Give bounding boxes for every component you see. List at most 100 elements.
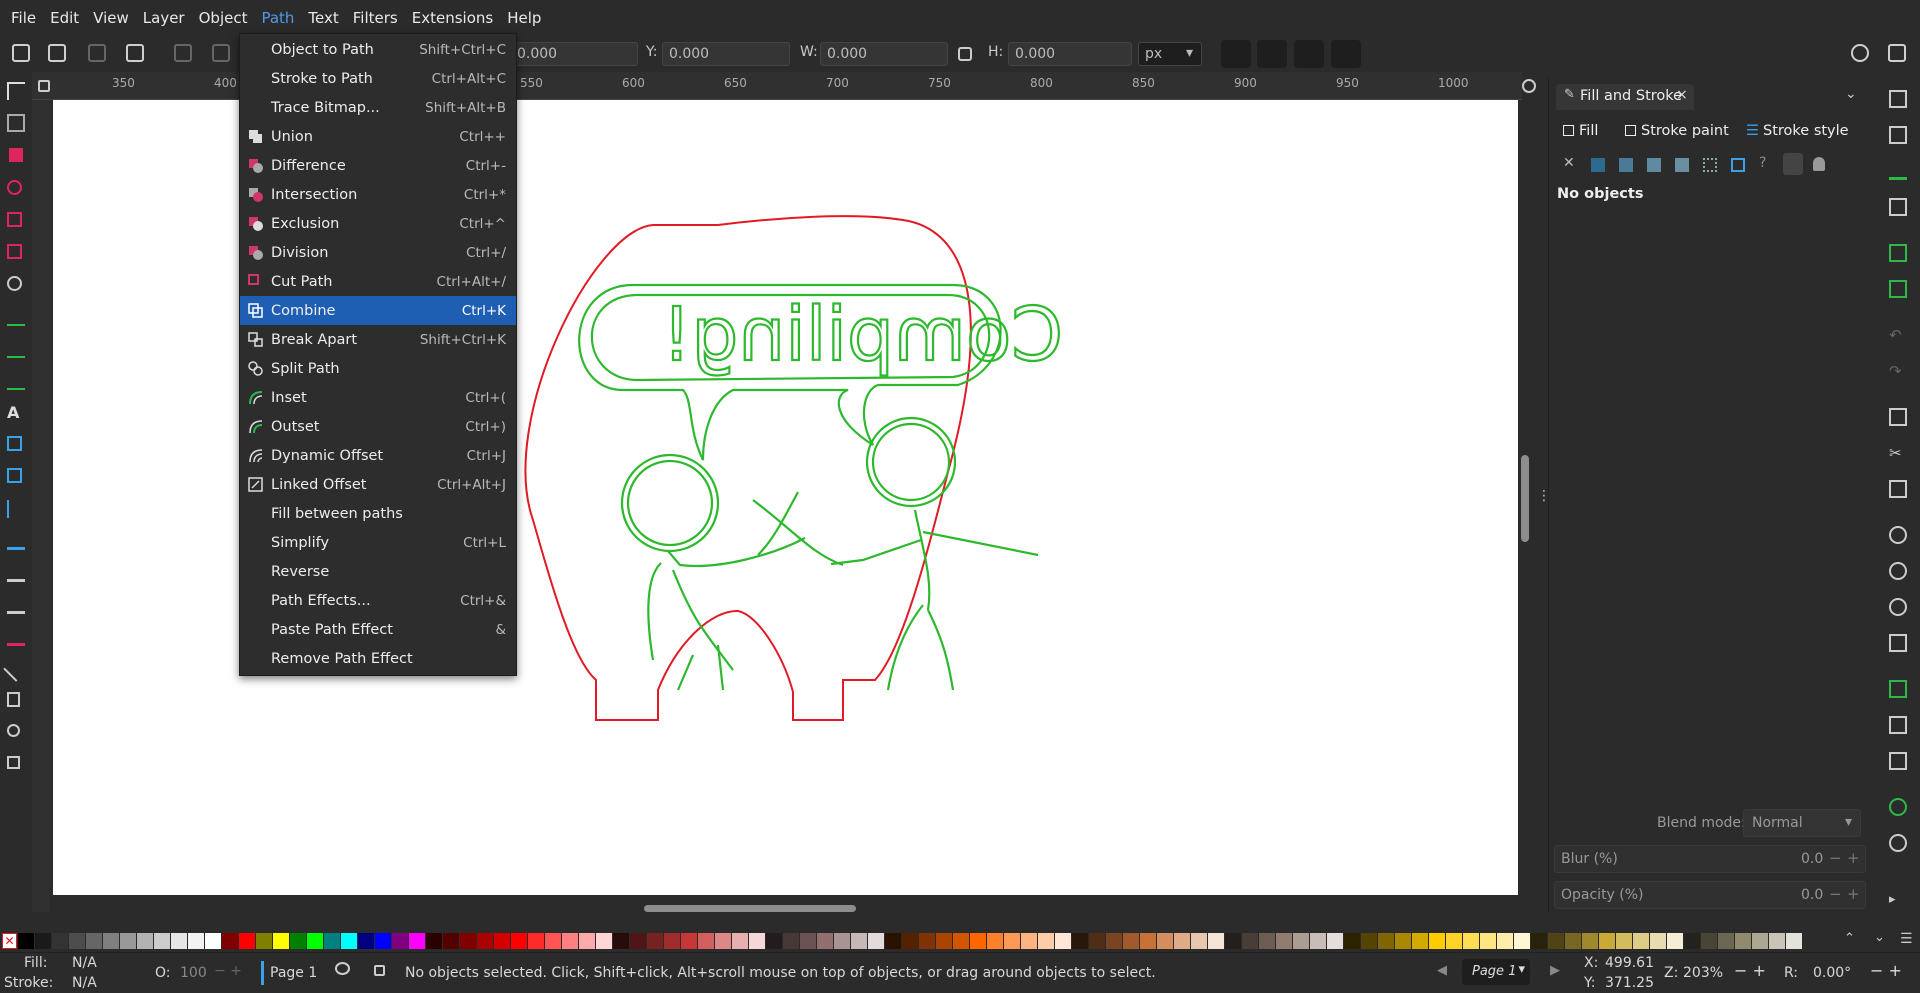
ellipse-tool-icon[interactable] bbox=[7, 180, 22, 195]
deselect-icon[interactable] bbox=[88, 44, 106, 62]
lock-icon[interactable] bbox=[374, 965, 385, 976]
color-swatch[interactable] bbox=[52, 933, 68, 949]
menu-file[interactable]: File bbox=[4, 0, 43, 36]
panel-menu-chevron-icon[interactable]: ⌄ bbox=[1845, 86, 1857, 102]
spiral-tool-icon[interactable] bbox=[7, 276, 22, 291]
color-swatch[interactable] bbox=[1548, 933, 1564, 949]
linear-gradient-icon[interactable] bbox=[1619, 158, 1633, 172]
color-swatch[interactable] bbox=[1242, 933, 1258, 949]
blend-mode-select[interactable]: Normal ▾ bbox=[1743, 809, 1861, 837]
rotation-stepper[interactable]: − + bbox=[1870, 961, 1902, 980]
panel-tab[interactable]: ✎ Fill and Stroke × bbox=[1556, 84, 1694, 110]
color-swatch[interactable] bbox=[1395, 933, 1411, 949]
swatch-icon[interactable] bbox=[1731, 158, 1745, 172]
next-page-icon[interactable]: ▶ bbox=[1550, 963, 1560, 978]
paint-bucket-tool-icon[interactable] bbox=[7, 532, 25, 550]
zoom-tool-icon[interactable] bbox=[7, 724, 20, 737]
color-swatch[interactable] bbox=[902, 933, 918, 949]
menu-item-reverse[interactable]: Reverse bbox=[240, 557, 516, 586]
figure-right-body[interactable] bbox=[830, 509, 1039, 691]
color-swatch[interactable] bbox=[1429, 933, 1445, 949]
pages-tool-icon[interactable] bbox=[7, 692, 20, 707]
color-swatch[interactable] bbox=[1633, 933, 1649, 949]
opacity-field[interactable]: Opacity (%) 0.0 − + bbox=[1554, 881, 1866, 909]
sword-left[interactable] bbox=[752, 499, 844, 567]
move-patterns-button[interactable] bbox=[1331, 40, 1361, 68]
color-swatch[interactable] bbox=[239, 933, 255, 949]
menu-item-stroke-to-path[interactable]: Stroke to Path Ctrl+Alt+C bbox=[240, 64, 516, 93]
zoom-stepper[interactable]: − + bbox=[1734, 961, 1766, 980]
color-swatch[interactable] bbox=[715, 933, 731, 949]
prev-page-icon[interactable]: ◀ bbox=[1437, 963, 1447, 978]
text-tool-icon[interactable]: A bbox=[7, 404, 25, 422]
zoom-center-page-icon[interactable] bbox=[1889, 634, 1907, 652]
pencil-tool-icon[interactable] bbox=[7, 340, 25, 358]
menu-item-remove-path-effect[interactable]: Remove Path Effect bbox=[240, 644, 516, 673]
layer-name[interactable]: Page 1 bbox=[270, 965, 317, 981]
connector-tool-icon[interactable] bbox=[3, 656, 29, 682]
opacity-value[interactable]: 100 bbox=[180, 965, 207, 981]
menu-item-division[interactable]: Division Ctrl+/ bbox=[240, 238, 516, 267]
select-all-icon[interactable] bbox=[12, 44, 30, 62]
menu-path[interactable]: Path bbox=[254, 0, 301, 36]
pattern-icon[interactable] bbox=[1703, 158, 1717, 172]
lock-icon[interactable] bbox=[958, 47, 972, 61]
w-field[interactable]: 0.000 bbox=[820, 42, 948, 66]
unset-paint-icon[interactable]: ? bbox=[1759, 155, 1766, 171]
print-icon[interactable] bbox=[1889, 198, 1907, 216]
color-swatch[interactable] bbox=[205, 933, 221, 949]
color-swatch[interactable] bbox=[324, 933, 340, 949]
color-swatch[interactable] bbox=[392, 933, 408, 949]
rotation-value[interactable]: 0.00° bbox=[1813, 965, 1851, 981]
color-swatch[interactable] bbox=[171, 933, 187, 949]
color-swatch[interactable] bbox=[1582, 933, 1598, 949]
color-swatch[interactable] bbox=[290, 933, 306, 949]
x-field[interactable]: 0.000 bbox=[510, 42, 638, 66]
undo-icon[interactable]: ↶ bbox=[1889, 326, 1907, 344]
group-icon[interactable] bbox=[1889, 798, 1907, 816]
fill-tab[interactable]: Fill bbox=[1563, 123, 1598, 139]
stroke-paint-tab[interactable]: Stroke paint bbox=[1625, 123, 1729, 139]
color-swatch[interactable] bbox=[1191, 933, 1207, 949]
color-swatch[interactable] bbox=[1327, 933, 1343, 949]
h-field[interactable]: 0.000 bbox=[1008, 42, 1132, 66]
color-swatch[interactable] bbox=[1038, 933, 1054, 949]
color-swatch[interactable] bbox=[1531, 933, 1547, 949]
color-swatch[interactable] bbox=[1123, 933, 1139, 949]
snap-popover-icon[interactable] bbox=[1888, 44, 1906, 62]
stroke-style-tab[interactable]: ☰ Stroke style bbox=[1746, 123, 1849, 139]
menu-help[interactable]: Help bbox=[500, 0, 548, 36]
canvas-settings-icon[interactable] bbox=[1522, 79, 1536, 93]
menu-extensions[interactable]: Extensions bbox=[405, 0, 500, 36]
color-swatch[interactable] bbox=[1310, 933, 1326, 949]
horizontal-scrollbar[interactable] bbox=[644, 905, 856, 912]
rotate-ccw-icon[interactable] bbox=[174, 44, 192, 62]
paste-icon[interactable] bbox=[1889, 480, 1907, 498]
star-tool-icon[interactable] bbox=[7, 212, 22, 227]
eye-icon[interactable] bbox=[335, 962, 350, 975]
color-swatch[interactable] bbox=[426, 933, 442, 949]
color-swatch[interactable] bbox=[1769, 933, 1785, 949]
minus-icon[interactable]: − bbox=[1829, 885, 1842, 903]
color-swatch[interactable] bbox=[1276, 933, 1292, 949]
color-swatch[interactable] bbox=[35, 933, 51, 949]
color-swatch[interactable] bbox=[1684, 933, 1700, 949]
color-swatch[interactable] bbox=[1259, 933, 1275, 949]
save-icon[interactable] bbox=[1889, 162, 1907, 180]
color-swatch[interactable] bbox=[1565, 933, 1581, 949]
minus-icon[interactable]: − bbox=[1829, 849, 1842, 867]
color-swatch[interactable] bbox=[919, 933, 935, 949]
color-swatch[interactable] bbox=[630, 933, 646, 949]
export-icon[interactable] bbox=[1889, 280, 1907, 298]
color-swatch[interactable] bbox=[443, 933, 459, 949]
color-swatch[interactable] bbox=[579, 933, 595, 949]
color-swatch[interactable] bbox=[256, 933, 272, 949]
radial-gradient-icon[interactable] bbox=[1647, 158, 1661, 172]
color-swatch[interactable] bbox=[1412, 933, 1428, 949]
color-swatch[interactable] bbox=[698, 933, 714, 949]
color-swatch[interactable] bbox=[732, 933, 748, 949]
color-swatch[interactable] bbox=[800, 933, 816, 949]
color-swatch[interactable] bbox=[358, 933, 374, 949]
color-swatch[interactable] bbox=[120, 933, 136, 949]
opacity-stepper[interactable]: − + bbox=[214, 963, 242, 979]
